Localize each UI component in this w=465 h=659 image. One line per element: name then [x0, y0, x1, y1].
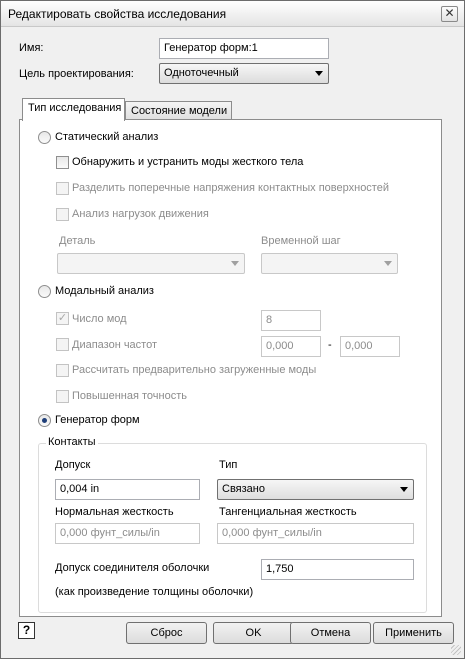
modal-analysis-label: Модальный анализ — [55, 285, 154, 297]
freq-range-label: Диапазон частот — [72, 339, 158, 351]
preloaded-modes-checkbox[interactable] — [56, 364, 69, 377]
num-modes-label: Число мод — [72, 313, 127, 325]
motion-loads-checkbox[interactable] — [56, 208, 69, 221]
modal-analysis-radio[interactable] — [38, 285, 51, 298]
freq-range-checkbox[interactable] — [56, 338, 69, 351]
dialog-title: Редактировать свойства исследования — [8, 7, 227, 21]
shell-tolerance-note: (как произведение толщины оболочки) — [55, 586, 254, 598]
shell-tolerance-input[interactable]: 1,750 — [261, 559, 414, 580]
static-analysis-radio[interactable] — [38, 131, 51, 144]
title-bar: Редактировать свойства исследования ✕ — [1, 1, 464, 27]
chevron-down-icon — [400, 487, 408, 492]
chevron-down-icon — [315, 71, 323, 76]
tab-model-state[interactable]: Состояние модели — [125, 101, 232, 121]
ok-button[interactable]: OK — [213, 622, 294, 644]
tangential-stiffness-input[interactable]: 0,000 фунт_силы/in — [217, 523, 414, 544]
resize-grip-icon[interactable] — [451, 645, 461, 655]
name-label: Имя: — [19, 42, 44, 54]
freq-range-separator: - — [328, 339, 332, 351]
tolerance-label: Допуск — [55, 459, 91, 471]
normal-stiffness-label: Нормальная жесткость — [55, 506, 174, 518]
design-goal-label: Цель проектирования: — [19, 68, 134, 80]
high-precision-checkbox[interactable] — [56, 390, 69, 403]
contact-type-label: Тип — [219, 459, 238, 471]
freq-range-to-input[interactable]: 0,000 — [340, 336, 400, 357]
num-modes-checkbox[interactable]: ✓ — [56, 312, 69, 325]
detect-rigid-modes-label: Обнаружить и устранить моды жесткого тел… — [72, 156, 304, 168]
shape-generator-label: Генератор форм — [55, 414, 140, 426]
tolerance-input[interactable]: 0,004 in — [55, 479, 200, 500]
detect-rigid-modes-checkbox[interactable] — [56, 156, 69, 169]
close-button[interactable]: ✕ — [441, 6, 458, 22]
tab-study-type[interactable]: Тип исследования — [22, 98, 125, 121]
time-step-select[interactable] — [261, 253, 398, 274]
shell-tolerance-label: Допуск соединителя оболочки — [55, 562, 210, 574]
static-analysis-label: Статический анализ — [55, 131, 159, 143]
preloaded-modes-label: Рассчитать предварительно загруженные мо… — [72, 364, 317, 376]
name-field[interactable]: Генератор форм:1 — [159, 38, 329, 59]
contact-type-select[interactable]: Связано — [217, 479, 414, 500]
design-goal-value: Одноточечный — [164, 67, 239, 79]
reset-button[interactable]: Сброс — [126, 622, 207, 644]
contact-type-value: Связано — [222, 483, 265, 495]
apply-button[interactable]: Применить — [373, 622, 454, 644]
normal-stiffness-input[interactable]: 0,000 фунт_силы/in — [55, 523, 200, 544]
tangential-stiffness-label: Тангенциальная жесткость — [219, 506, 357, 518]
part-label: Деталь — [59, 235, 96, 247]
separate-stresses-label: Разделить поперечные напряжения контактн… — [72, 182, 389, 194]
dialog-window: Редактировать свойства исследования ✕ Им… — [0, 0, 465, 659]
num-modes-input[interactable]: 8 — [261, 310, 321, 331]
contacts-title: Контакты — [46, 436, 98, 448]
cancel-button[interactable]: Отмена — [290, 622, 371, 644]
close-icon: ✕ — [444, 6, 455, 20]
separate-stresses-checkbox[interactable] — [56, 182, 69, 195]
part-select[interactable] — [57, 253, 245, 274]
tab-study-type-label: Тип исследования — [28, 102, 122, 114]
shape-generator-radio[interactable] — [38, 414, 51, 427]
chevron-down-icon — [384, 261, 392, 266]
high-precision-label: Повышенная точность — [72, 390, 187, 402]
design-goal-select[interactable]: Одноточечный — [159, 63, 329, 84]
time-step-label: Временной шаг — [261, 235, 341, 247]
motion-loads-label: Анализ нагрузок движения — [72, 208, 209, 220]
freq-range-from-input[interactable]: 0,000 — [261, 336, 321, 357]
tab-model-state-label: Состояние модели — [131, 105, 228, 117]
help-button[interactable]: ? — [18, 622, 35, 639]
help-icon: ? — [22, 623, 31, 637]
chevron-down-icon — [231, 261, 239, 266]
